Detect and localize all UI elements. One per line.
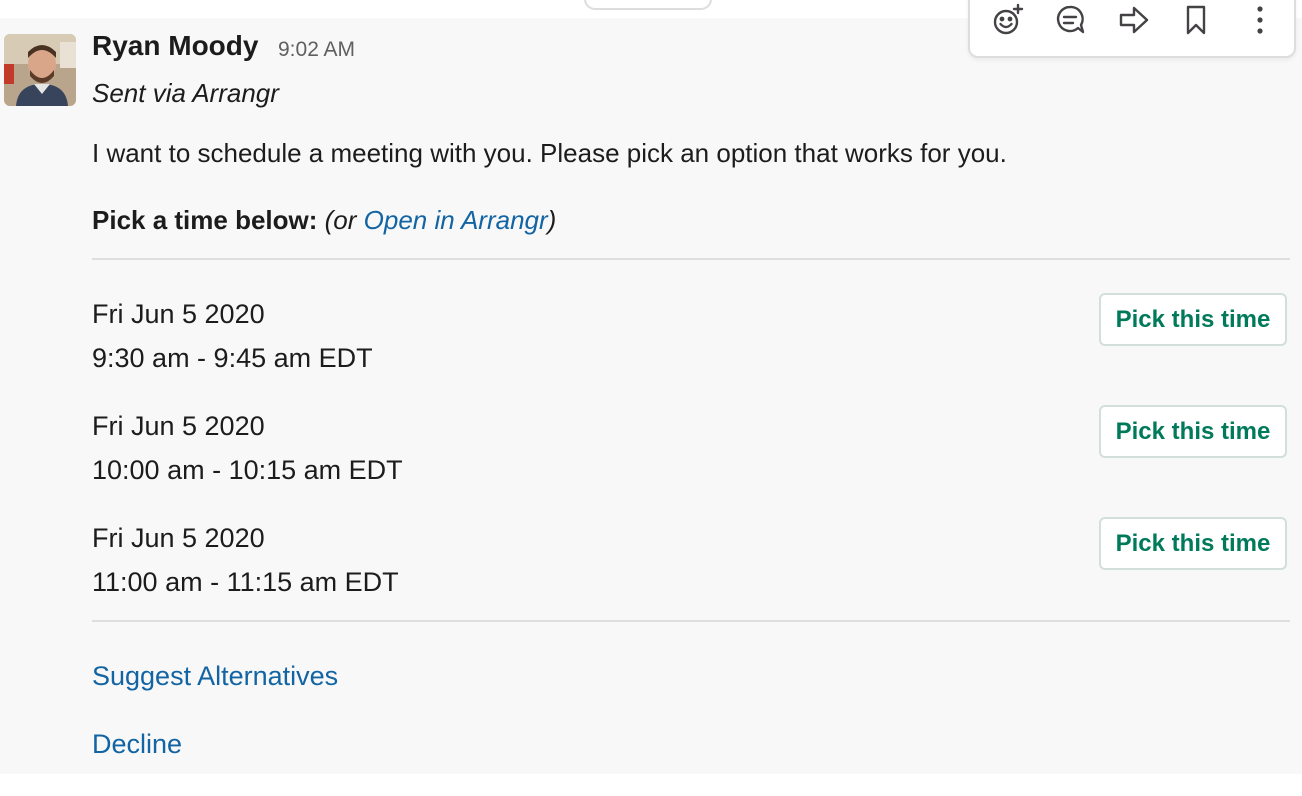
add-reaction-icon[interactable] xyxy=(988,0,1028,40)
option-date: Fri Jun 5 2020 xyxy=(92,411,265,441)
message-body: I want to schedule a meeting with you. P… xyxy=(92,138,1007,168)
pick-prompt-open: (or xyxy=(324,205,364,235)
new-messages-pill[interactable] xyxy=(584,0,712,10)
message-timestamp[interactable]: 9:02 AM xyxy=(278,38,355,62)
pick-prompt: Pick a time below: (or Open in Arrangr) xyxy=(92,205,556,236)
pick-time-button[interactable]: Pick this time xyxy=(1099,405,1287,458)
share-icon[interactable] xyxy=(1114,0,1154,40)
reply-thread-icon[interactable] xyxy=(1050,0,1090,40)
option-time-range: 9:30 am - 9:45 am EDT xyxy=(92,343,373,373)
option-date: Fri Jun 5 2020 xyxy=(92,299,265,329)
decline-link[interactable]: Decline xyxy=(92,729,182,760)
option-time-range: 10:00 am - 10:15 am EDT xyxy=(92,455,403,485)
pick-prompt-close: ) xyxy=(547,205,557,235)
sender-name[interactable]: Ryan Moody xyxy=(92,30,258,62)
option-date: Fri Jun 5 2020 xyxy=(92,523,265,553)
pick-time-button[interactable]: Pick this time xyxy=(1099,517,1287,570)
pick-prompt-label: Pick a time below: xyxy=(92,205,318,235)
suggest-alternatives-link[interactable]: Suggest Alternatives xyxy=(92,661,338,692)
sent-via-label: Sent via Arrangr xyxy=(92,78,279,108)
more-actions-icon[interactable] xyxy=(1240,0,1280,40)
open-in-arrangr-link[interactable]: Open in Arrangr xyxy=(364,205,548,235)
divider-top xyxy=(92,258,1290,260)
pick-time-button[interactable]: Pick this time xyxy=(1099,293,1287,346)
avatar[interactable] xyxy=(4,34,76,106)
message-actions-toolbar xyxy=(968,0,1296,58)
divider-bottom xyxy=(92,620,1290,622)
option-time-range: 11:00 am - 11:15 am EDT xyxy=(92,567,399,597)
bookmark-icon[interactable] xyxy=(1176,0,1216,40)
